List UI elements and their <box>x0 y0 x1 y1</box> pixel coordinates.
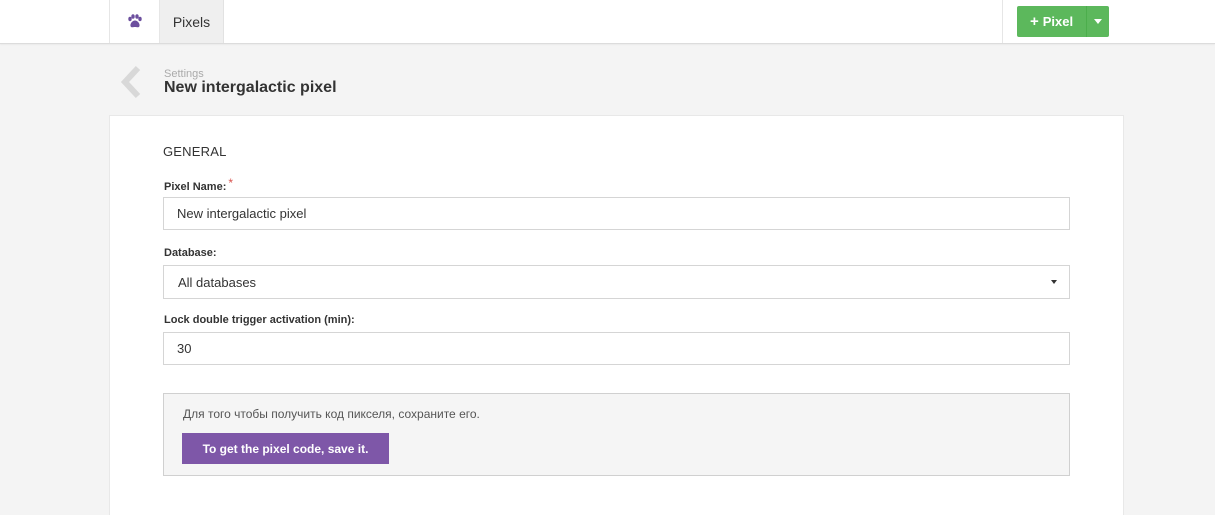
get-pixel-code-button[interactable]: To get the pixel code, save it. <box>182 433 389 464</box>
section-title: GENERAL <box>163 144 227 159</box>
chevron-left-icon <box>120 65 141 99</box>
pixel-name-label-text: Pixel Name: <box>164 181 227 193</box>
add-pixel-label: Pixel <box>1042 14 1074 29</box>
lock-trigger-input[interactable] <box>163 332 1070 365</box>
logo-home-link[interactable] <box>109 0 160 43</box>
add-pixel-dropdown-toggle[interactable] <box>1086 6 1109 37</box>
caret-down-icon <box>1094 19 1102 24</box>
plus-icon: + <box>1029 13 1039 30</box>
notice-text: Для того чтобы получить код пикселя, сох… <box>183 407 480 421</box>
navbar-divider <box>1002 0 1003 43</box>
required-mark: * <box>228 176 234 190</box>
paw-icon <box>127 14 142 28</box>
database-selected-value: All databases <box>178 274 257 290</box>
add-pixel-button[interactable]: + Pixel <box>1017 6 1086 37</box>
top-navbar: Pixels + Pixel <box>0 0 1215 44</box>
page-title: New intergalactic pixel <box>164 79 337 96</box>
pixel-name-label: Pixel Name: * <box>164 176 234 193</box>
pixel-name-input[interactable] <box>163 197 1070 230</box>
database-label: Database: <box>164 247 217 259</box>
lock-trigger-label: Lock double trigger activation (min): <box>164 314 355 326</box>
back-button[interactable] <box>116 64 146 100</box>
database-select[interactable]: All databases <box>163 265 1070 299</box>
add-pixel-button-group: + Pixel <box>1017 6 1109 37</box>
tab-pixels[interactable]: Pixels <box>160 0 224 43</box>
caret-down-icon <box>1051 280 1057 284</box>
